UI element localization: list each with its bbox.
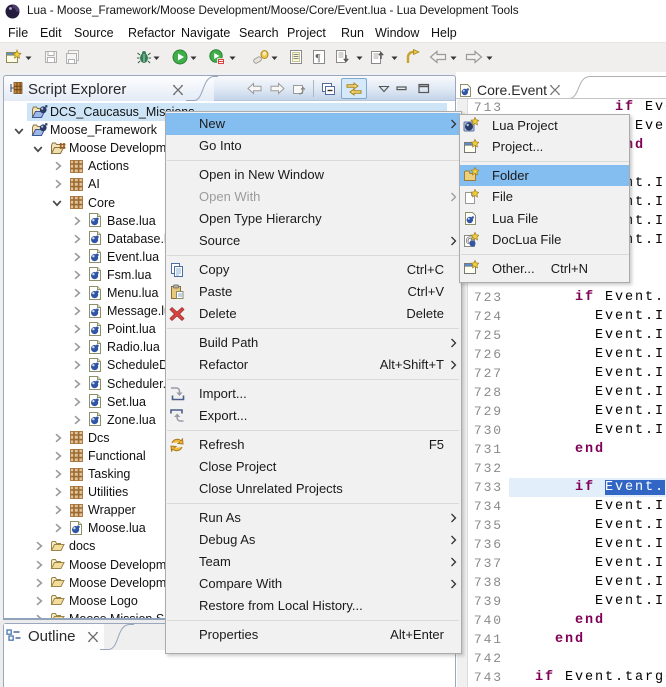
svg-text:¶: ¶ xyxy=(316,52,321,64)
